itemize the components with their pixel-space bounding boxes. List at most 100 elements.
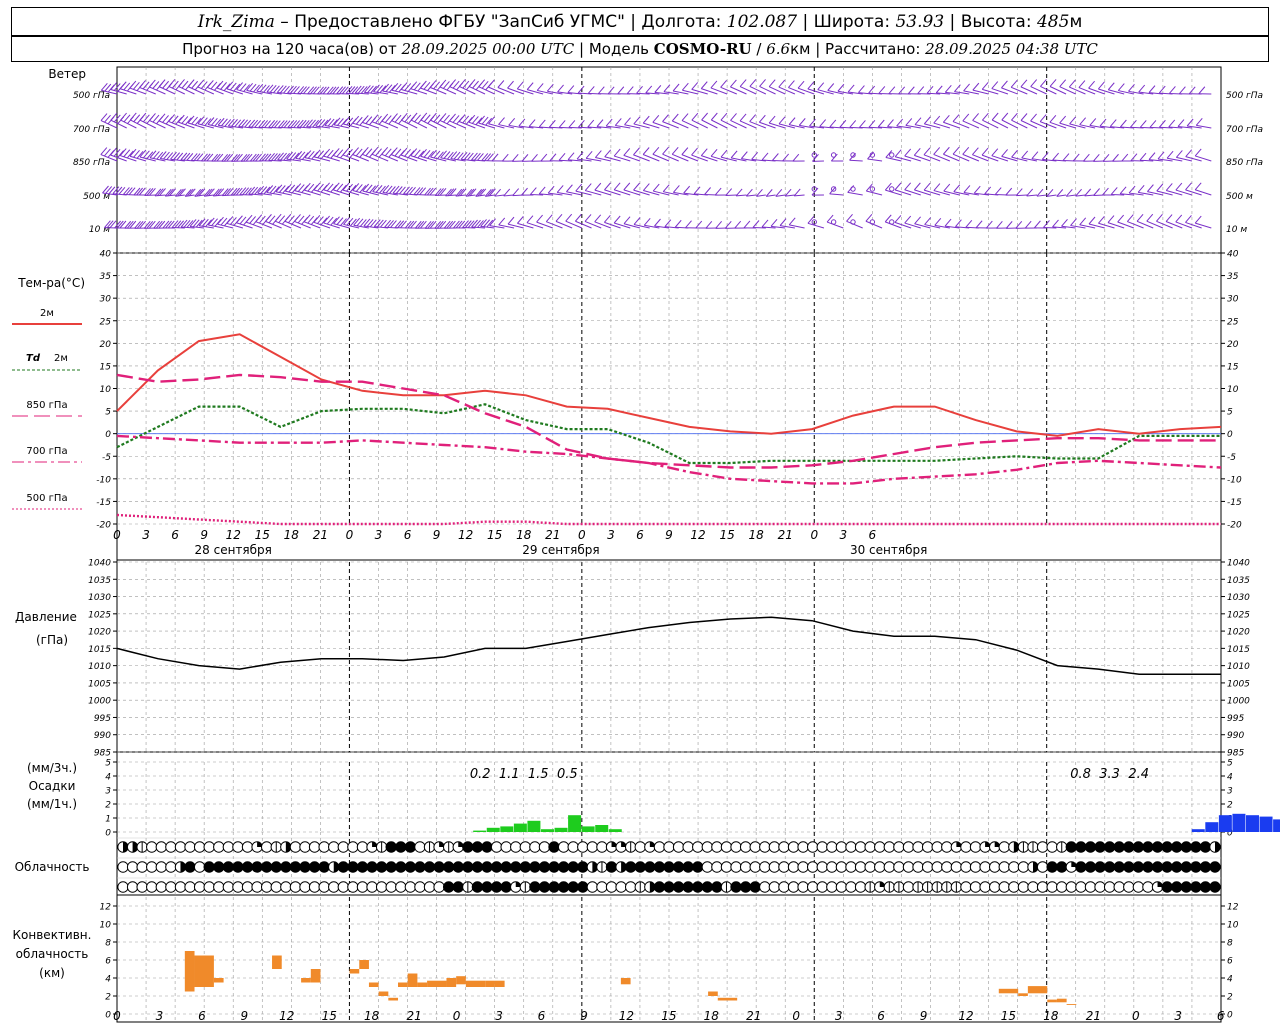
wind-barb-flag xyxy=(430,112,437,121)
wind-barb-flag xyxy=(503,188,511,197)
wind-barb-flag xyxy=(1109,119,1117,127)
temp-axis-tick-label-left: 10 xyxy=(100,385,112,395)
temp-x-tick-label: 21 xyxy=(778,528,793,542)
wind-barb-flag xyxy=(540,153,548,162)
cloud-symbol xyxy=(845,861,857,873)
wind-barb-flag xyxy=(662,146,669,155)
precip-axis-tick-label-left: 4 xyxy=(105,773,111,783)
wind-barb-flag xyxy=(296,119,304,128)
temp-x-tick-label: 6 xyxy=(869,528,877,542)
conv-bar xyxy=(388,997,399,1001)
wind-barb-flag xyxy=(271,153,278,161)
wind-barb-flag xyxy=(1088,216,1096,225)
pressure-axis-tick-label-right: 1030 xyxy=(1227,593,1250,603)
wind-barb-flag xyxy=(152,114,160,123)
wind-barb-flag xyxy=(183,152,191,161)
cloud-symbol xyxy=(806,881,819,893)
wind-barb-shaft xyxy=(1195,222,1212,229)
cloud-symbol xyxy=(548,861,560,873)
cloud-symbol xyxy=(672,881,685,893)
wind-barb-shaft xyxy=(736,194,747,197)
wind-barb-flag xyxy=(545,214,553,222)
wind-barb-shaft xyxy=(652,153,670,162)
cloud-symbol xyxy=(567,881,579,893)
cloud-symbol xyxy=(337,841,350,853)
wind-barb-flag xyxy=(173,152,181,160)
cloud-symbol xyxy=(1027,881,1039,893)
cloud-symbol xyxy=(663,861,675,873)
wind-barb-flag xyxy=(290,120,298,128)
temp-x-tick-label: 0 xyxy=(578,528,586,542)
temp-x-tick-label: 15 xyxy=(255,528,270,542)
wind-barb-shaft xyxy=(517,88,534,95)
cloud-symbol xyxy=(299,841,311,853)
wind-barb-flag xyxy=(1034,220,1041,229)
cloud-symbol xyxy=(385,861,397,873)
wind-barb-shaft xyxy=(759,86,776,95)
cloud-symbol xyxy=(1161,841,1173,853)
conv-bar xyxy=(1056,998,1067,1003)
conv-bar xyxy=(717,997,738,1001)
cloud-symbol xyxy=(548,881,560,893)
cloud-symbol xyxy=(912,861,924,873)
wind-barb-flag xyxy=(1084,188,1092,197)
meteogram-chart: Ветер Тем-ра(°С) 2м Td 2м 850 гПа 700 гП… xyxy=(12,66,1280,1023)
cloud-symbol xyxy=(280,881,292,893)
conv-x-tick-label: 18 xyxy=(364,1009,380,1023)
wind-barb-flag xyxy=(1011,149,1018,158)
wind-barb-flag xyxy=(416,187,424,195)
cloud-symbol xyxy=(500,861,512,873)
cloud-symbol xyxy=(950,861,963,873)
conv-x-tick-label: 3 xyxy=(835,1009,843,1023)
legend-t700-label: 700 гПа xyxy=(26,446,67,457)
cloud-symbol xyxy=(213,841,225,853)
wind-barb-flag xyxy=(1117,83,1125,91)
cloud-symbol xyxy=(701,841,714,853)
conv-axis-tick-label-left: 10 xyxy=(100,921,112,931)
wind-barb-flag xyxy=(109,220,117,229)
wind-calm-marker xyxy=(889,152,895,158)
cloud-symbol xyxy=(414,881,426,893)
wind-barb-flag xyxy=(604,149,612,158)
temp-axis-tick-label-left: 0 xyxy=(105,430,111,440)
wind-barb-flag xyxy=(279,85,287,94)
cloud-symbol xyxy=(1065,881,1078,893)
conv-bar xyxy=(349,969,360,974)
wind-barb-flag xyxy=(585,150,593,159)
wind-barb-flag xyxy=(700,148,708,156)
cloud-symbol xyxy=(672,841,685,853)
wind-barb-flag xyxy=(720,80,728,88)
cloud-symbol xyxy=(1161,861,1173,873)
wind-barb-flag xyxy=(443,114,450,123)
cloud-symbol xyxy=(854,841,867,853)
wind-barb-flag xyxy=(1165,214,1173,222)
wind-barb-flag xyxy=(180,219,188,228)
wind-barb-flag xyxy=(517,216,524,224)
wind-barb-flag xyxy=(1030,113,1037,122)
plot-frame xyxy=(116,66,1222,1023)
wind-barb-flag xyxy=(584,214,592,222)
wind-barb-flag xyxy=(1020,79,1028,88)
wind-barb-flag xyxy=(471,219,478,228)
legend-td2m-label-b: 2м xyxy=(54,353,68,364)
wind-barb-shaft xyxy=(1011,119,1028,129)
wind-barb-flag xyxy=(1110,187,1118,195)
cloud-symbol xyxy=(998,861,1010,873)
wind-barb-flag xyxy=(1138,84,1146,93)
wind-barb-shaft xyxy=(981,154,999,162)
wind-barb-flag xyxy=(885,150,893,158)
temp-axis-tick-label-right: -5 xyxy=(1227,453,1236,463)
wind-barb-flag xyxy=(341,86,349,95)
wind-barb-flag xyxy=(681,82,689,91)
cloud-symbol xyxy=(165,861,177,873)
precip-axis-tick-label-right: 5 xyxy=(1227,759,1233,769)
wind-barb-shaft xyxy=(1165,221,1183,229)
wind-barb-shaft xyxy=(1030,86,1047,95)
cloud-symbol xyxy=(1132,861,1145,873)
cloud-symbol xyxy=(893,841,905,853)
conv-x-tick-label: 6 xyxy=(198,1009,206,1023)
cloud-symbol xyxy=(577,881,589,893)
pressure-axis-tick-label-right: 1005 xyxy=(1227,679,1250,689)
wind-barb-flag xyxy=(171,220,179,228)
cloud-symbol xyxy=(854,861,867,873)
